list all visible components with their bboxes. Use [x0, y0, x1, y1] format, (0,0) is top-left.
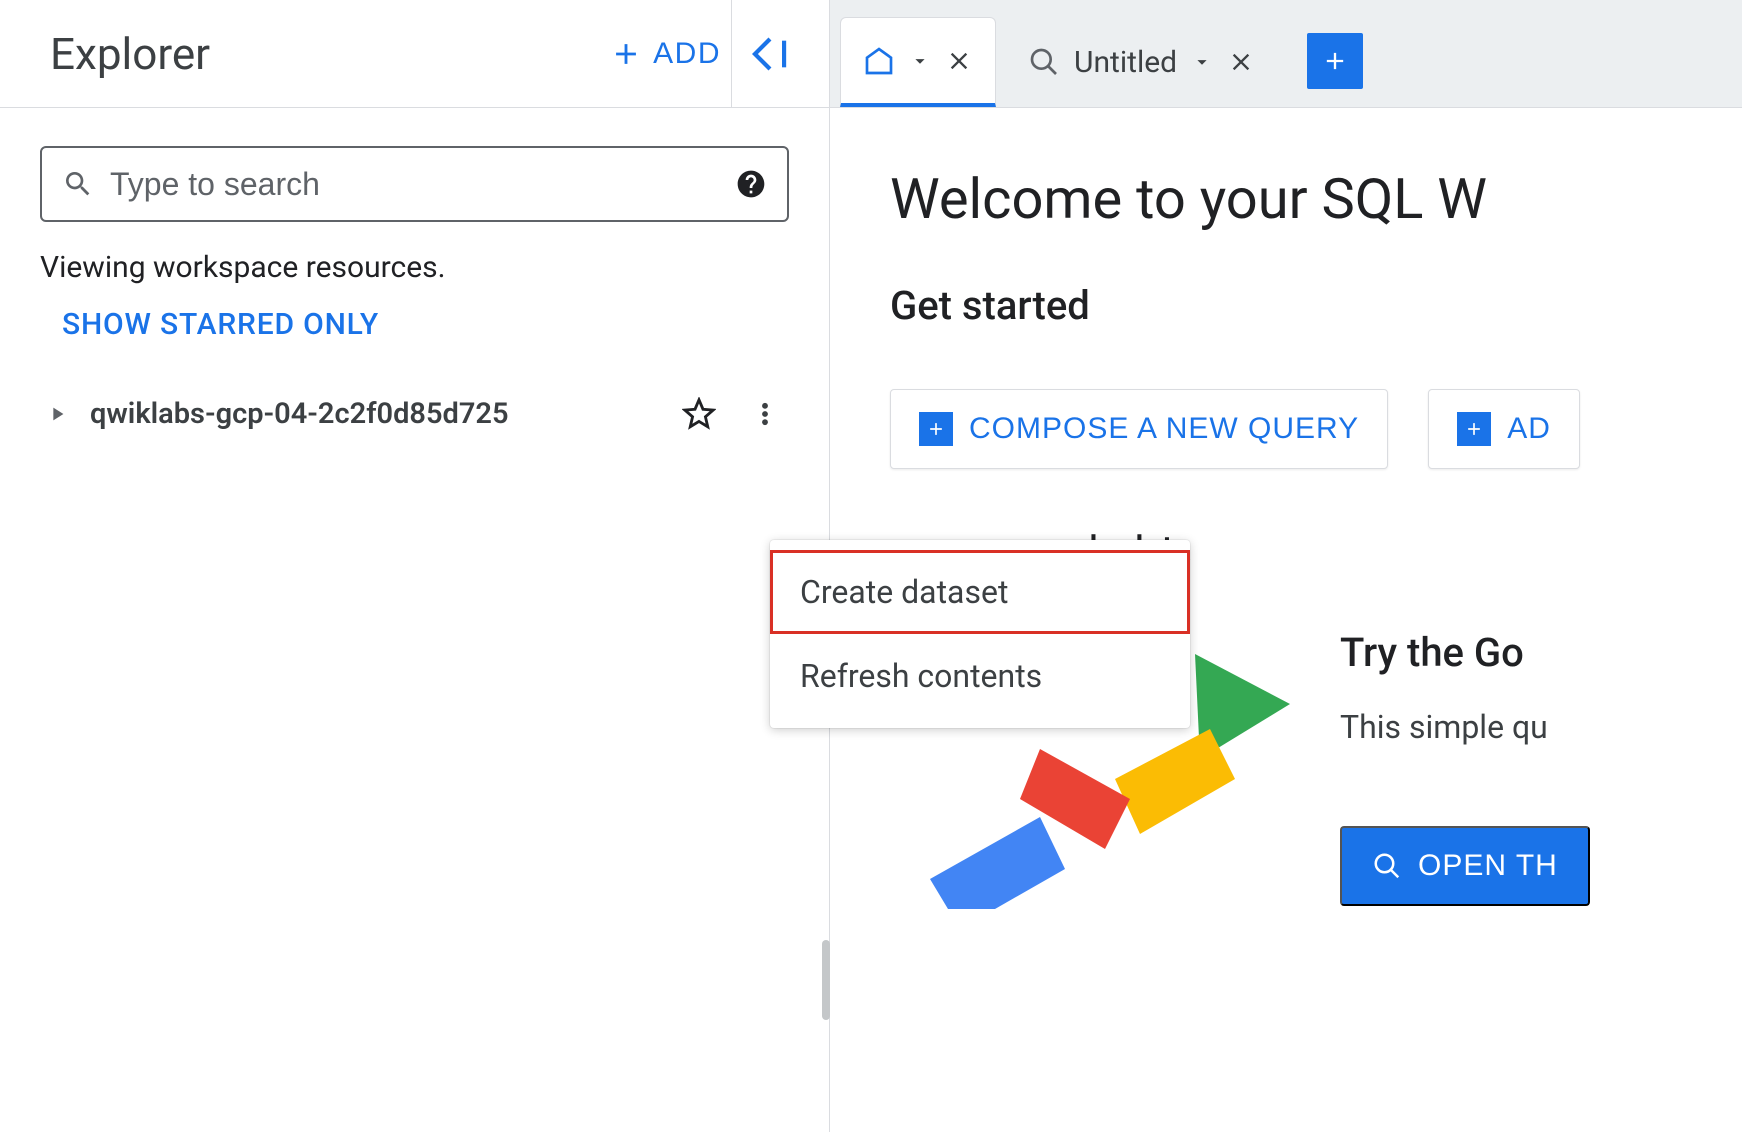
close-icon[interactable] [945, 47, 973, 75]
add-data-label: AD [1507, 412, 1551, 446]
query-icon [1372, 851, 1402, 881]
plus-icon [609, 37, 643, 71]
promo-title: Try the Go [1340, 629, 1742, 676]
resource-tree: qwiklabs-gcp-04-2c2f0d85d725 [40, 382, 789, 446]
explorer-body: Viewing workspace resources. SHOW STARRE… [0, 108, 829, 446]
create-dataset-item[interactable]: Create dataset [770, 550, 1190, 634]
collapse-sidebar-button[interactable] [731, 0, 811, 108]
plus-box-icon [1457, 412, 1491, 446]
tab-strip: Untitled [830, 0, 1742, 108]
home-icon [863, 45, 895, 77]
open-button-label: OPEN TH [1418, 849, 1558, 883]
project-context-menu: Create dataset Refresh contents [770, 540, 1190, 728]
collapse-icon [752, 34, 792, 74]
open-query-button[interactable]: OPEN TH [1340, 826, 1590, 906]
add-button[interactable]: ADD [609, 37, 721, 71]
sidebar-header: Explorer ADD [0, 0, 829, 108]
home-tab[interactable] [840, 17, 996, 107]
plus-icon [1321, 47, 1349, 75]
close-icon[interactable] [1227, 48, 1255, 76]
show-starred-link[interactable]: SHOW STARRED ONLY [62, 307, 379, 342]
search-field[interactable] [40, 146, 789, 222]
project-row[interactable]: qwiklabs-gcp-04-2c2f0d85d725 [40, 382, 789, 446]
refresh-contents-item[interactable]: Refresh contents [770, 634, 1190, 718]
welcome-heading: Welcome to your SQL W [890, 166, 1742, 232]
add-data-button[interactable]: AD [1428, 389, 1580, 469]
help-icon[interactable] [735, 168, 767, 200]
get-started-heading: Get started [890, 282, 1742, 329]
promo-text: Try the Go This simple qu OPEN TH [1340, 629, 1742, 909]
welcome-panel: Welcome to your SQL W Get started COMPOS… [830, 108, 1742, 909]
new-tab-button[interactable] [1307, 33, 1363, 89]
chevron-down-icon[interactable] [909, 50, 931, 72]
explorer-title: Explorer [50, 28, 210, 80]
more-vert-icon [751, 397, 779, 431]
untitled-tab[interactable]: Untitled [1006, 17, 1277, 107]
plus-box-icon [919, 412, 953, 446]
compose-query-button[interactable]: COMPOSE A NEW QUERY [890, 389, 1388, 469]
explorer-sidebar: Explorer ADD Viewing workspace resources… [0, 0, 830, 1132]
search-input[interactable] [110, 166, 719, 203]
project-id-label: qwiklabs-gcp-04-2c2f0d85d725 [90, 397, 655, 431]
expand-icon[interactable] [46, 403, 68, 425]
star-button[interactable] [677, 392, 721, 436]
chevron-down-icon[interactable] [1191, 51, 1213, 73]
promo-subtitle: This simple qu [1340, 708, 1742, 746]
more-actions-button[interactable] [743, 392, 787, 436]
action-buttons: COMPOSE A NEW QUERY AD [890, 389, 1742, 469]
search-icon [62, 168, 94, 200]
untitled-tab-label: Untitled [1074, 45, 1177, 80]
query-icon [1028, 46, 1060, 78]
add-button-label: ADD [653, 37, 721, 71]
resource-note: Viewing workspace resources. [40, 250, 789, 285]
star-icon [682, 397, 716, 431]
compose-query-label: COMPOSE A NEW QUERY [969, 412, 1359, 446]
